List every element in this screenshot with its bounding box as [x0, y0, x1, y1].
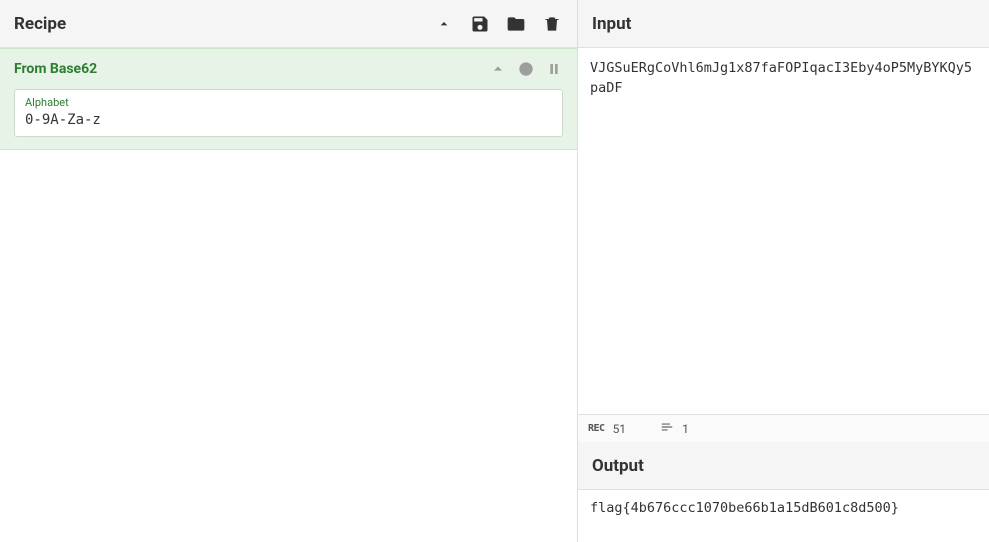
alphabet-input[interactable]	[25, 110, 552, 128]
rec-indicator: REC	[588, 423, 605, 434]
pause-icon[interactable]	[545, 60, 563, 78]
input-header: Input	[578, 0, 989, 48]
trash-icon[interactable]	[541, 13, 563, 35]
operation-controls	[489, 60, 563, 78]
chevron-up-icon[interactable]	[489, 60, 507, 78]
output-panel: Output	[578, 442, 989, 542]
line-count: 1	[682, 422, 689, 436]
output-header: Output	[578, 442, 989, 490]
save-icon[interactable]	[469, 13, 491, 35]
app-root: Recipe From Base62	[0, 0, 989, 542]
output-title: Output	[592, 456, 644, 476]
recipe-panel: Recipe From Base62	[0, 0, 578, 542]
disable-icon[interactable]	[517, 60, 535, 78]
lines-icon	[660, 420, 674, 437]
chevron-up-icon[interactable]	[433, 13, 455, 35]
recipe-title: Recipe	[14, 14, 66, 34]
operation-title: From Base62	[14, 61, 97, 77]
operation-header: From Base62	[0, 49, 577, 89]
recipe-header: Recipe	[0, 0, 577, 48]
folder-icon[interactable]	[505, 13, 527, 35]
field-label-alphabet: Alphabet	[25, 96, 552, 109]
input-textarea[interactable]	[578, 48, 989, 414]
char-count: 51	[613, 422, 627, 436]
right-panel: Input REC 51 1 Output	[578, 0, 989, 542]
input-title: Input	[592, 14, 631, 34]
output-textarea[interactable]	[578, 490, 989, 542]
recipe-body[interactable]: From Base62 Alph	[0, 48, 577, 542]
operation-from-base62[interactable]: From Base62 Alph	[0, 48, 577, 150]
operation-field-alphabet[interactable]: Alphabet	[14, 89, 563, 137]
status-bar: REC 51 1	[578, 414, 989, 442]
input-panel: Input REC 51 1	[578, 0, 989, 442]
